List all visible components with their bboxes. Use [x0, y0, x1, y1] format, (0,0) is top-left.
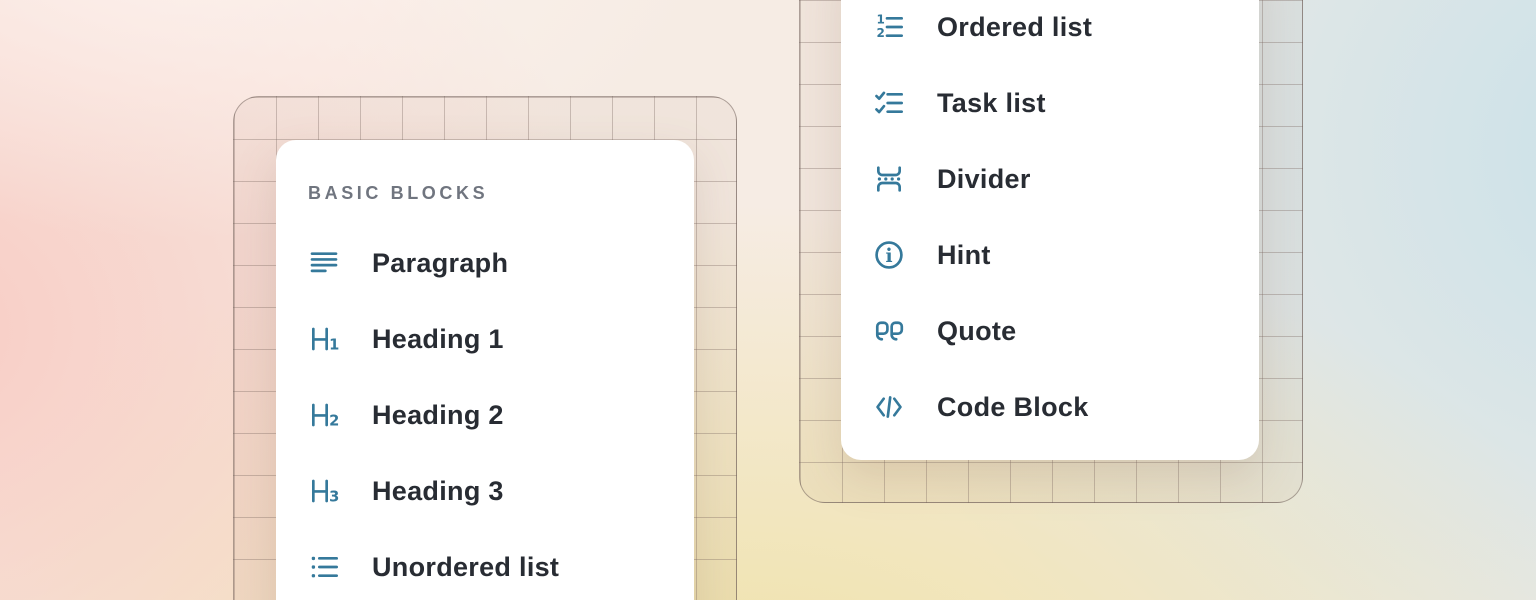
code-block-icon	[873, 391, 905, 423]
svg-text:1: 1	[329, 337, 339, 354]
menu-item-code-block[interactable]: Code Block	[873, 369, 1259, 445]
menu-item-task-list[interactable]: Task list	[873, 65, 1259, 141]
menu-item-label: Quote	[937, 316, 1017, 347]
menu-item-list: Paragraph 1 Heading 1 2	[308, 225, 694, 600]
svg-text:2: 2	[329, 413, 339, 430]
basic-blocks-menu: BASIC BLOCKS Paragraph 1	[276, 140, 694, 600]
menu-item-label: Heading 1	[372, 324, 504, 355]
svg-text:3: 3	[329, 489, 339, 506]
menu-item-quote[interactable]: Quote	[873, 293, 1259, 369]
menu-item-label: Paragraph	[372, 248, 508, 279]
heading-1-icon: 1	[308, 323, 340, 355]
svg-text:1: 1	[876, 12, 884, 26]
menu-item-label: Code Block	[937, 392, 1089, 423]
svg-text:i: i	[885, 245, 892, 267]
hero-background: BASIC BLOCKS Paragraph 1	[0, 0, 1536, 600]
menu-item-label: Ordered list	[937, 12, 1092, 43]
menu-item-heading-1[interactable]: 1 Heading 1	[308, 301, 694, 377]
divider-icon	[873, 163, 905, 195]
hint-icon: i	[873, 239, 905, 271]
heading-3-icon: 3	[308, 475, 340, 507]
task-list-icon	[873, 87, 905, 119]
menu-item-label: Divider	[937, 164, 1031, 195]
menu-item-label: Task list	[937, 88, 1046, 119]
menu-item-divider[interactable]: Divider	[873, 141, 1259, 217]
menu-item-paragraph[interactable]: Paragraph	[308, 225, 694, 301]
menu-item-hint[interactable]: i Hint	[873, 217, 1259, 293]
ordered-list-icon: 1 2	[873, 11, 905, 43]
paragraph-icon	[308, 247, 340, 279]
menu-item-label: Heading 2	[372, 400, 504, 431]
menu-item-list: 1 2 Ordered list	[873, 0, 1259, 445]
menu-item-heading-2[interactable]: 2 Heading 2	[308, 377, 694, 453]
menu-item-heading-3[interactable]: 3 Heading 3	[308, 453, 694, 529]
unordered-list-icon	[308, 551, 340, 583]
quote-icon	[873, 315, 905, 347]
heading-2-icon: 2	[308, 399, 340, 431]
blocks-menu-continued: 1 2 Ordered list	[841, 0, 1259, 460]
menu-item-label: Heading 3	[372, 476, 504, 507]
menu-item-ordered-list[interactable]: 1 2 Ordered list	[873, 0, 1259, 65]
svg-text:2: 2	[876, 26, 884, 40]
menu-item-label: Hint	[937, 240, 991, 271]
menu-item-label: Unordered list	[372, 552, 559, 583]
section-label: BASIC BLOCKS	[308, 183, 488, 204]
menu-item-unordered-list[interactable]: Unordered list	[308, 529, 694, 600]
